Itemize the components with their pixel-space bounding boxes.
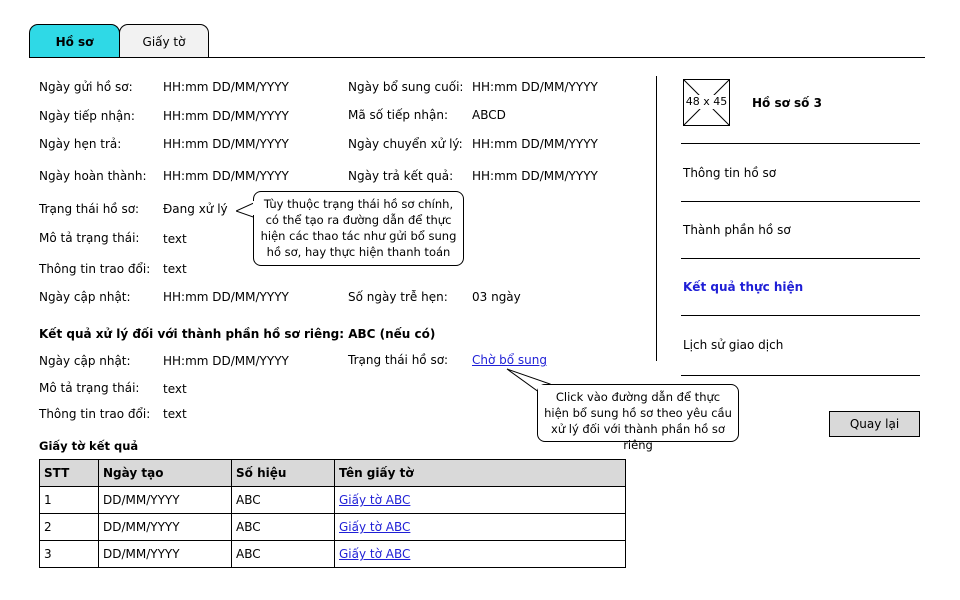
value-trang-thai: Đang xử lý xyxy=(163,202,228,216)
label-mo-ta: Mô tả trạng thái: xyxy=(39,231,140,245)
sidebar-title: Hồ sơ số 3 xyxy=(752,96,822,110)
sidebar-item-thanh-phan[interactable]: Thành phần hồ sơ xyxy=(683,223,791,237)
label-so-ngay-tre: Số ngày trễ hẹn: xyxy=(348,290,448,304)
back-button-label: Quay lại xyxy=(849,417,900,431)
value-ngay-hoan-thanh: HH:mm DD/MM/YYYY xyxy=(163,169,289,183)
value-component-exchange: text xyxy=(163,407,187,421)
cell-doc: Giấy tờ ABC xyxy=(334,486,626,514)
label-ngay-bo-sung: Ngày bổ sung cuối: xyxy=(348,80,464,94)
value-so-ngay-tre: 03 ngày xyxy=(472,290,521,304)
value-ngay-hen-tra: HH:mm DD/MM/YYYY xyxy=(163,137,289,151)
callout-link-note: Click vào đường dẫn để thực hiện bổ sung… xyxy=(537,384,739,452)
cell-doc: Giấy tờ ABC xyxy=(334,513,626,541)
label-component-status: Trạng thái hồ sơ: xyxy=(348,353,449,367)
cell-stt: 3 xyxy=(39,540,99,568)
link-cho-bo-sung[interactable]: Chờ bổ sung xyxy=(472,353,547,367)
cell-doc: Giấy tờ ABC xyxy=(334,540,626,568)
callout-status-note: Tùy thuộc trạng thái hồ sơ chính, có thể… xyxy=(253,191,464,266)
cell-number: ABC xyxy=(231,486,335,514)
doc-link[interactable]: Giấy tờ ABC xyxy=(339,520,410,534)
sidebar-divider xyxy=(656,76,657,361)
column-header: Số hiệu xyxy=(231,459,335,487)
value-ngay-chuyen: HH:mm DD/MM/YYYY xyxy=(472,137,598,151)
value-ngay-tiep-nhan: HH:mm DD/MM/YYYY xyxy=(163,109,289,123)
tab-ho-so[interactable]: Hồ sơ xyxy=(29,24,120,58)
cell-number: ABC xyxy=(231,513,335,541)
sidebar-separator xyxy=(681,315,920,316)
column-header: Tên giấy tờ xyxy=(334,459,626,487)
image-placeholder-label: 48 x 45 xyxy=(684,95,729,109)
column-header: Ngày tạo xyxy=(98,459,232,487)
table-row: 1 DD/MM/YYYY ABC Giấy tờ ABC xyxy=(39,486,626,514)
table-header-row: STT Ngày tạo Số hiệu Tên giấy tờ xyxy=(39,459,626,487)
value-ngay-bo-sung: HH:mm DD/MM/YYYY xyxy=(472,80,598,94)
cell-date: DD/MM/YYYY xyxy=(98,513,232,541)
label-trao-doi: Thông tin trao đổi: xyxy=(39,262,151,276)
sidebar-item-lich-su[interactable]: Lịch sử giao dịch xyxy=(683,338,783,352)
component-heading: Kết quả xử lý đối với thành phần hồ sơ r… xyxy=(39,327,436,341)
doc-link[interactable]: Giấy tờ ABC xyxy=(339,493,410,507)
callout-joint xyxy=(538,385,550,393)
value-ngay-gui: HH:mm DD/MM/YYYY xyxy=(163,80,289,94)
label-trang-thai: Trạng thái hồ sơ: xyxy=(39,202,140,216)
cell-date: DD/MM/YYYY xyxy=(98,486,232,514)
sidebar-item-thong-tin[interactable]: Thông tin hồ sơ xyxy=(683,166,776,180)
results-heading: Giấy tờ kết quả xyxy=(39,439,139,453)
sidebar-separator xyxy=(681,258,920,259)
label-ngay-hoan-thanh: Ngày hoàn thành: xyxy=(39,169,147,183)
label-ngay-gui: Ngày gửi hồ sơ: xyxy=(39,80,133,94)
value-ngay-tra: HH:mm DD/MM/YYYY xyxy=(472,169,598,183)
label-ngay-cap-nhat: Ngày cập nhật: xyxy=(39,290,131,304)
label-ngay-tra: Ngày trả kết quả: xyxy=(348,169,454,183)
sidebar-separator xyxy=(681,143,920,144)
column-header: STT xyxy=(39,459,99,487)
sidebar-separator xyxy=(681,375,920,376)
tab-divider xyxy=(29,57,925,58)
value-component-update: HH:mm DD/MM/YYYY xyxy=(163,354,289,368)
label-component-update: Ngày cập nhật: xyxy=(39,354,131,368)
cell-date: DD/MM/YYYY xyxy=(98,540,232,568)
tab-label: Hồ sơ xyxy=(55,34,94,49)
value-ngay-cap-nhat: HH:mm DD/MM/YYYY xyxy=(163,290,289,304)
image-placeholder: 48 x 45 xyxy=(683,79,730,126)
value-trao-doi: text xyxy=(163,262,187,276)
sidebar-separator xyxy=(681,201,920,202)
cell-number: ABC xyxy=(231,540,335,568)
value-mo-ta: text xyxy=(163,232,187,246)
callout-joint xyxy=(253,201,255,215)
tab-giay-to[interactable]: Giấy tờ xyxy=(119,24,209,58)
results-table: STT Ngày tạo Số hiệu Tên giấy tờ 1 DD/MM… xyxy=(39,459,626,568)
cell-stt: 2 xyxy=(39,513,99,541)
label-ngay-hen-tra: Ngày hẹn trả: xyxy=(39,137,122,151)
tab-label: Giấy tờ xyxy=(142,34,186,49)
label-component-exchange: Thông tin trao đổi: xyxy=(39,407,151,421)
value-ma-so: ABCD xyxy=(472,108,506,122)
table-row: 3 DD/MM/YYYY ABC Giấy tờ ABC xyxy=(39,540,626,568)
value-component-desc: text xyxy=(163,382,187,396)
label-ngay-tiep-nhan: Ngày tiếp nhận: xyxy=(39,109,135,123)
sidebar-item-ket-qua[interactable]: Kết quả thực hiện xyxy=(683,280,803,294)
label-ma-so: Mã số tiếp nhận: xyxy=(348,108,448,122)
cell-stt: 1 xyxy=(39,486,99,514)
label-component-desc: Mô tả trạng thái: xyxy=(39,381,140,395)
table-row: 2 DD/MM/YYYY ABC Giấy tờ ABC xyxy=(39,513,626,541)
doc-link[interactable]: Giấy tờ ABC xyxy=(339,547,410,561)
label-ngay-chuyen: Ngày chuyển xử lý: xyxy=(348,137,463,151)
back-button[interactable]: Quay lại xyxy=(829,411,920,437)
